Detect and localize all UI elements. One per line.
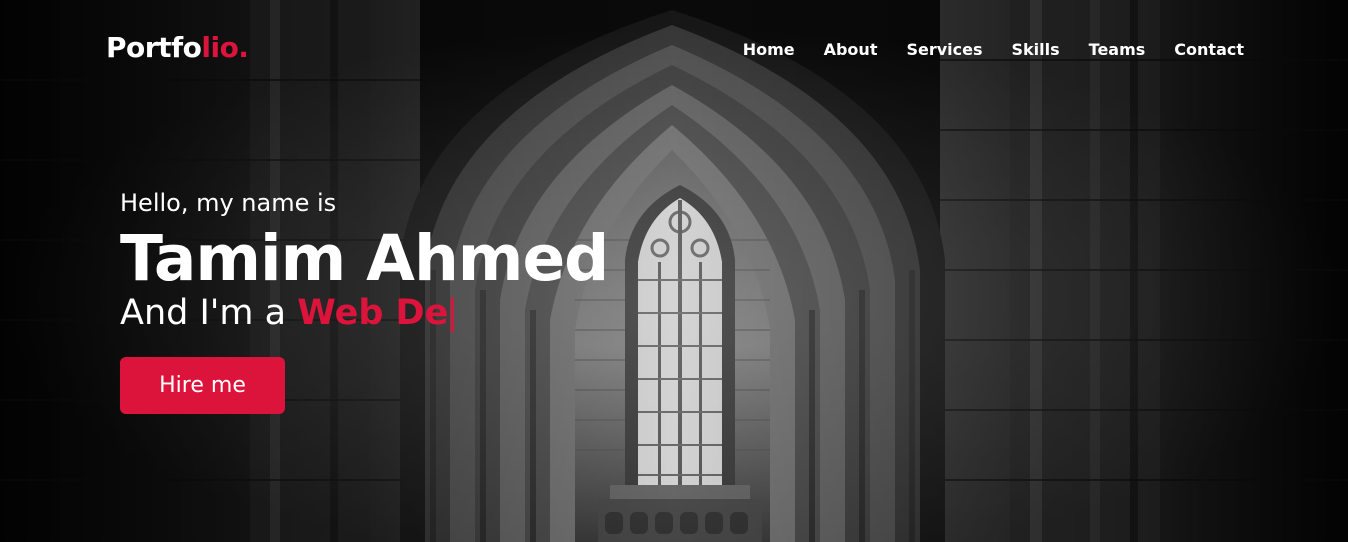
nav-link-about[interactable]: About bbox=[824, 40, 878, 59]
nav-link-skills[interactable]: Skills bbox=[1012, 40, 1060, 59]
nav-item: About bbox=[824, 40, 878, 59]
hero-section: Portfolio. Home About Services Skills Te… bbox=[0, 0, 1348, 542]
hero-role-prefix: And I'm a bbox=[120, 293, 298, 333]
nav-item: Skills bbox=[1012, 40, 1060, 59]
hero-role-typed: Web De bbox=[297, 293, 449, 333]
hero-greeting: Hello, my name is bbox=[120, 189, 337, 217]
hero-content: Hello, my name is Tamim Ahmed And I'm a … bbox=[120, 187, 609, 414]
nav-link-services[interactable]: Services bbox=[906, 40, 982, 59]
nav-item: Home bbox=[743, 40, 795, 59]
logo-accent-text: lio. bbox=[201, 31, 249, 64]
nav-link-teams[interactable]: Teams bbox=[1089, 40, 1146, 59]
nav-item: Teams bbox=[1089, 40, 1146, 59]
typing-cursor: | bbox=[446, 293, 459, 333]
nav-menu: Home About Services Skills Teams Contact bbox=[714, 40, 1244, 59]
nav-item: Services bbox=[906, 40, 982, 59]
logo-main-text: Portfo bbox=[106, 31, 202, 64]
navbar: Portfolio. Home About Services Skills Te… bbox=[0, 0, 1348, 100]
logo[interactable]: Portfolio. bbox=[106, 31, 249, 64]
hire-me-button[interactable]: Hire me bbox=[120, 357, 285, 414]
nav-link-contact[interactable]: Contact bbox=[1174, 40, 1244, 59]
hero-name: Tamim Ahmed bbox=[120, 222, 609, 295]
nav-item: Contact bbox=[1174, 40, 1244, 59]
hero-role-line: And I'm a Web De| bbox=[120, 291, 608, 335]
nav-link-home[interactable]: Home bbox=[743, 40, 795, 59]
